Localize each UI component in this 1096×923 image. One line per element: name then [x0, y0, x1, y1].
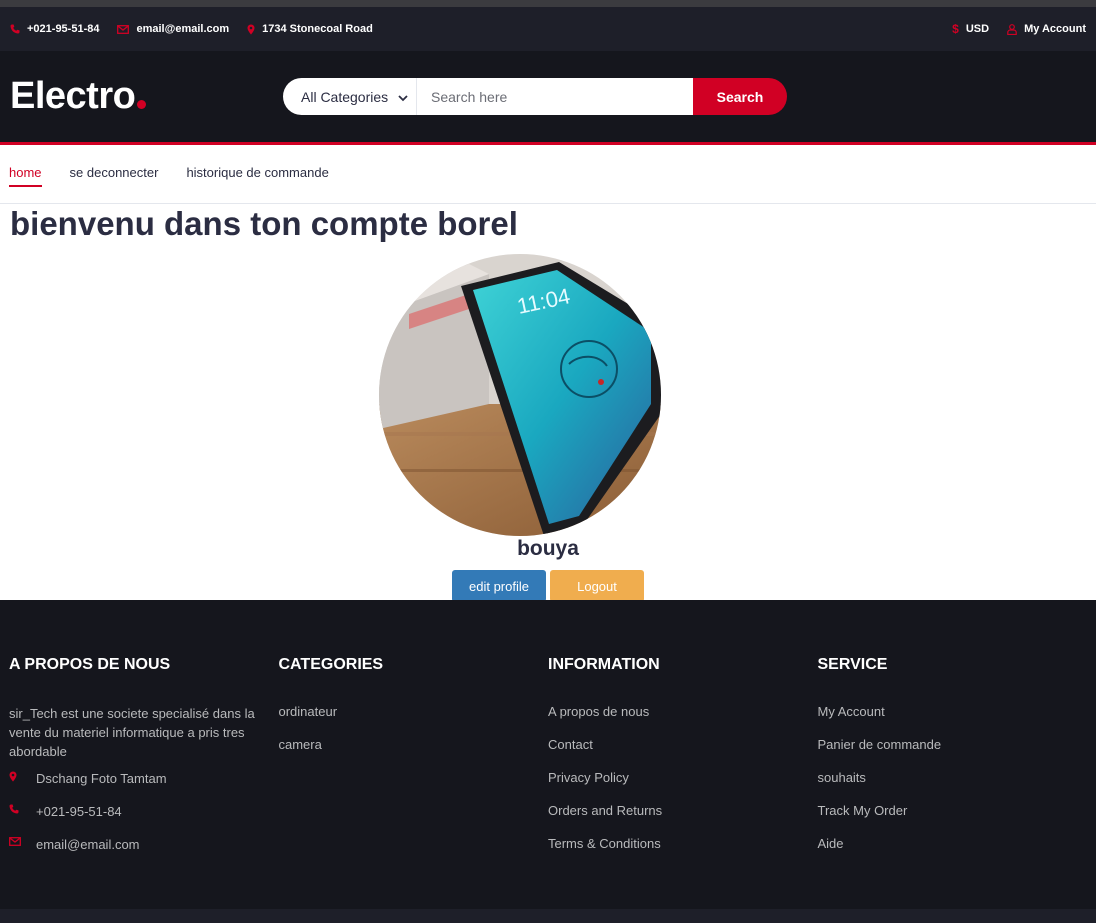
chevron-down-icon — [398, 89, 408, 105]
my-account-link[interactable]: My Account — [1007, 23, 1086, 35]
logo-text: Electro — [10, 75, 136, 117]
profile-username: bouya — [517, 537, 579, 560]
top-email-text: email@email.com — [136, 23, 230, 35]
welcome-heading: bienvenu dans ton compte borel — [10, 205, 518, 242]
footer-about-title: A PROPOS DE NOUS — [9, 656, 171, 673]
footer-service: SERVICE My Account Panier de commande so… — [818, 656, 1088, 909]
map-marker-icon — [247, 24, 255, 35]
profile-avatar: 11:04 — [379, 254, 661, 536]
profile-actions: edit profile Logout — [452, 570, 644, 602]
footer-service-link[interactable]: souhaits — [818, 770, 1068, 803]
window-top-strip — [0, 0, 1096, 7]
footer-service-link[interactable]: My Account — [818, 704, 1068, 737]
footer-phone[interactable]: +021-95-51-84 — [9, 804, 259, 837]
currency-text: USD — [965, 23, 990, 35]
footer-info-link[interactable]: Privacy Policy — [548, 770, 798, 803]
nav-item-logout[interactable]: se deconnecter — [70, 165, 159, 184]
phone-icon — [9, 804, 36, 814]
footer-bottom-bar — [0, 909, 1096, 923]
footer-info-link[interactable]: A propos de nous — [548, 704, 798, 737]
profile-section: 11:04 bouya edit profile Logout — [0, 254, 1096, 602]
currency-link[interactable]: $ USD — [952, 22, 989, 36]
footer-categories-title: CATEGORIES — [278, 656, 384, 673]
footer-address-text: Dschang Foto Tamtam — [36, 771, 167, 786]
main-nav: home se deconnecter historique de comman… — [0, 145, 1096, 204]
main-header: Electro All Categories Search — [0, 51, 1096, 145]
search-button[interactable]: Search — [693, 78, 787, 115]
footer-info-link[interactable]: Terms & Conditions — [548, 836, 798, 869]
top-bar: +021-95-51-84 email@email.com 1734 Stone… — [0, 7, 1096, 51]
my-account-text: My Account — [1024, 23, 1086, 35]
top-bar-contacts: +021-95-51-84 email@email.com 1734 Stone… — [10, 23, 373, 35]
footer-phone-text: +021-95-51-84 — [36, 804, 122, 819]
envelope-icon — [9, 837, 36, 846]
footer-about: A PROPOS DE NOUS sir_Tech est une societ… — [9, 656, 279, 909]
logo-dot — [137, 100, 147, 109]
footer-email-text: email@email.com — [36, 837, 140, 852]
envelope-icon — [117, 24, 130, 34]
phone-icon — [10, 24, 20, 34]
footer-information-title: INFORMATION — [548, 656, 660, 673]
footer: A PROPOS DE NOUS sir_Tech est une societ… — [0, 600, 1096, 909]
user-icon — [1007, 23, 1017, 35]
logout-button[interactable]: Logout — [550, 570, 644, 602]
footer-category-link[interactable]: ordinateur — [279, 704, 529, 737]
footer-categories: CATEGORIES ordinateur camera — [279, 656, 549, 909]
search-form: All Categories Search — [283, 78, 787, 115]
footer-about-text: sir_Tech est une societe specialisé dans… — [9, 706, 255, 759]
phone-photo-image: 11:04 — [379, 254, 661, 536]
top-address-link[interactable]: 1734 Stonecoal Road — [247, 23, 373, 35]
footer-contact-list: Dschang Foto Tamtam +021-95-51-84 email@… — [9, 771, 259, 870]
edit-profile-button[interactable]: edit profile — [452, 570, 546, 602]
footer-email[interactable]: email@email.com — [9, 837, 259, 870]
footer-service-link[interactable]: Panier de commande — [818, 737, 1068, 770]
top-phone-text: +021-95-51-84 — [27, 23, 100, 35]
footer-information: INFORMATION A propos de nous Contact Pri… — [548, 656, 818, 909]
map-marker-icon — [9, 771, 36, 782]
top-bar-links: $ USD My Account — [952, 22, 1086, 36]
category-selected-text: All Categories — [301, 88, 389, 105]
footer-service-link[interactable]: Track My Order — [818, 803, 1068, 836]
footer-service-title: SERVICE — [817, 656, 888, 673]
dollar-icon: $ — [952, 22, 959, 36]
nav-item-order-history[interactable]: historique de commande — [186, 165, 328, 184]
search-input[interactable] — [417, 78, 693, 115]
footer-address[interactable]: Dschang Foto Tamtam — [9, 771, 259, 804]
top-email-link[interactable]: email@email.com — [117, 23, 229, 35]
electro-logo[interactable]: Electro — [10, 75, 283, 118]
footer-info-link[interactable]: Orders and Returns — [548, 803, 798, 836]
footer-category-link[interactable]: camera — [279, 737, 529, 770]
footer-service-link[interactable]: Aide — [818, 836, 1068, 869]
top-phone-link[interactable]: +021-95-51-84 — [10, 23, 99, 35]
footer-info-link[interactable]: Contact — [548, 737, 798, 770]
top-address-text: 1734 Stonecoal Road — [262, 23, 373, 35]
category-select[interactable]: All Categories — [283, 78, 417, 115]
nav-item-home[interactable]: home — [9, 165, 42, 187]
